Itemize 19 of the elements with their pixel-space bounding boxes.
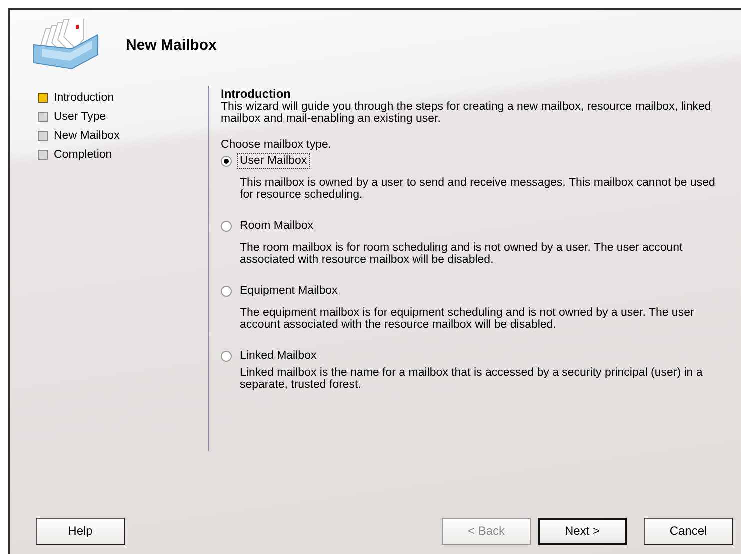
option-description: Linked mailbox is the name for a mailbox that is accessed by a security principal (user) in a separate, trusted forest. xyxy=(239,367,704,391)
wizard-button[interactable]: Cancel xyxy=(644,518,733,544)
radio-label[interactable]: Room Mailbox xyxy=(238,219,316,233)
step-label: Completion xyxy=(54,149,112,161)
wizard-button[interactable]: Next > xyxy=(538,518,627,544)
help-button[interactable]: Help xyxy=(36,518,125,544)
option-description: The room mailbox is for room scheduling and is not owned by a user. The user account associated with resource mailbox will be disabled. xyxy=(239,242,684,266)
step-label: Introduction xyxy=(54,92,114,104)
radio-label[interactable]: User Mailbox xyxy=(238,154,310,168)
step-label: New Mailbox xyxy=(54,130,120,142)
option-description: The equipment mailbox is for equipment scheduling and is not owned by a user. The user account associated with the resource mailbox will be disabled. xyxy=(239,307,696,331)
option-description: This mailbox is owned by a user to send and receive messages. This mailbox cannot be used for resource scheduling. xyxy=(239,177,716,201)
step-label: User Type xyxy=(54,111,106,123)
section-heading: Introduction xyxy=(221,87,292,101)
window-title: New Mailbox xyxy=(126,36,217,54)
intro-text: This wizard will guide you through the steps for creating a new mailbox, resource mailbox, linked mailbox and mail-enabling an existing user. xyxy=(221,101,712,125)
radio-label[interactable]: Linked Mailbox xyxy=(238,349,319,363)
radio-label[interactable]: Equipment Mailbox xyxy=(238,284,340,298)
prompt-text: Choose mailbox type. xyxy=(221,139,333,151)
